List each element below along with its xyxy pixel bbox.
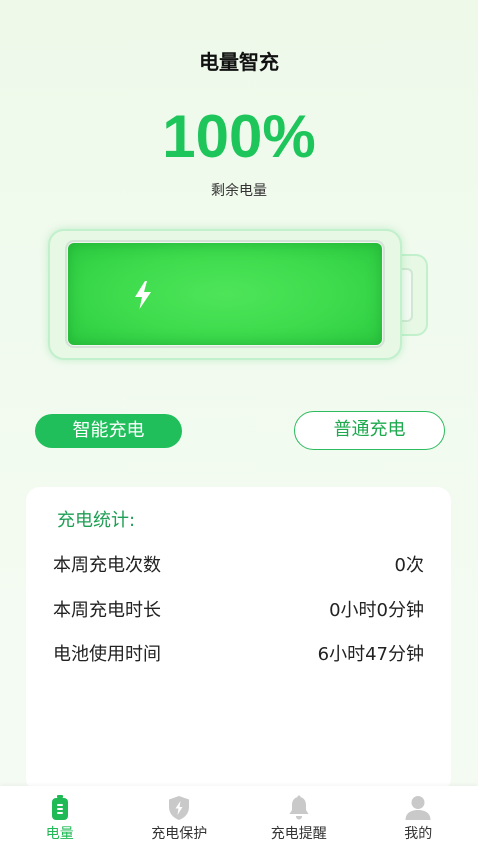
bell-icon [239,795,359,821]
shield-bolt-icon [120,795,240,821]
stat-label: 本周充电时长 [53,599,161,621]
battery-graphic [48,229,402,360]
stat-label: 电池使用时间 [53,644,161,665]
battery-caption: 剩余电量 [211,183,267,199]
tab-label: 充电提醒 [270,826,327,842]
stats-list: 本周充电次数 0次 本周充电时长 0小时0分钟 电池使用时间 6小时47分钟 [53,554,424,688]
stat-row-weekly-count: 本周充电次数 0次 [53,554,424,599]
person-icon [359,795,478,821]
stats-title: 充电统计: [57,510,136,531]
charging-stats-card: 充电统计: 本周充电次数 0次 本周充电时长 0小时0分钟 电池使用时间 6小时… [26,487,451,792]
stat-value: 0小时0分钟 [329,599,424,621]
smart-charge-button[interactable]: 智能充电 [35,414,182,448]
stat-value: 6小时47分钟 [317,644,424,665]
battery-icon [0,795,120,821]
page-title: 电量智充 [199,50,279,74]
tab-charge-reminder[interactable]: 充电提醒 [239,786,359,850]
stat-value: 0次 [394,555,424,576]
normal-charge-button[interactable]: 普通充电 [294,411,445,450]
battery-percent: 100% [162,103,316,170]
stat-row-weekly-duration: 本周充电时长 0小时0分钟 [53,599,424,644]
battery-terminal-inner [402,268,413,322]
battery-frame [65,240,385,348]
tab-label: 我的 [404,826,433,842]
tab-label: 电量 [45,826,74,842]
stat-label: 本周充电次数 [53,555,161,576]
tab-profile[interactable]: 我的 [359,786,478,850]
battery-level-fill [68,243,382,345]
tab-charge-protection[interactable]: 充电保护 [120,786,240,850]
tab-label: 充电保护 [151,826,208,842]
stat-row-battery-usage: 电池使用时间 6小时47分钟 [53,643,424,688]
tab-battery[interactable]: 电量 [0,786,120,850]
bottom-tab-bar: 电量 充电保护 充电提醒 我的 [0,786,478,850]
lightning-bolt-icon [135,281,151,309]
